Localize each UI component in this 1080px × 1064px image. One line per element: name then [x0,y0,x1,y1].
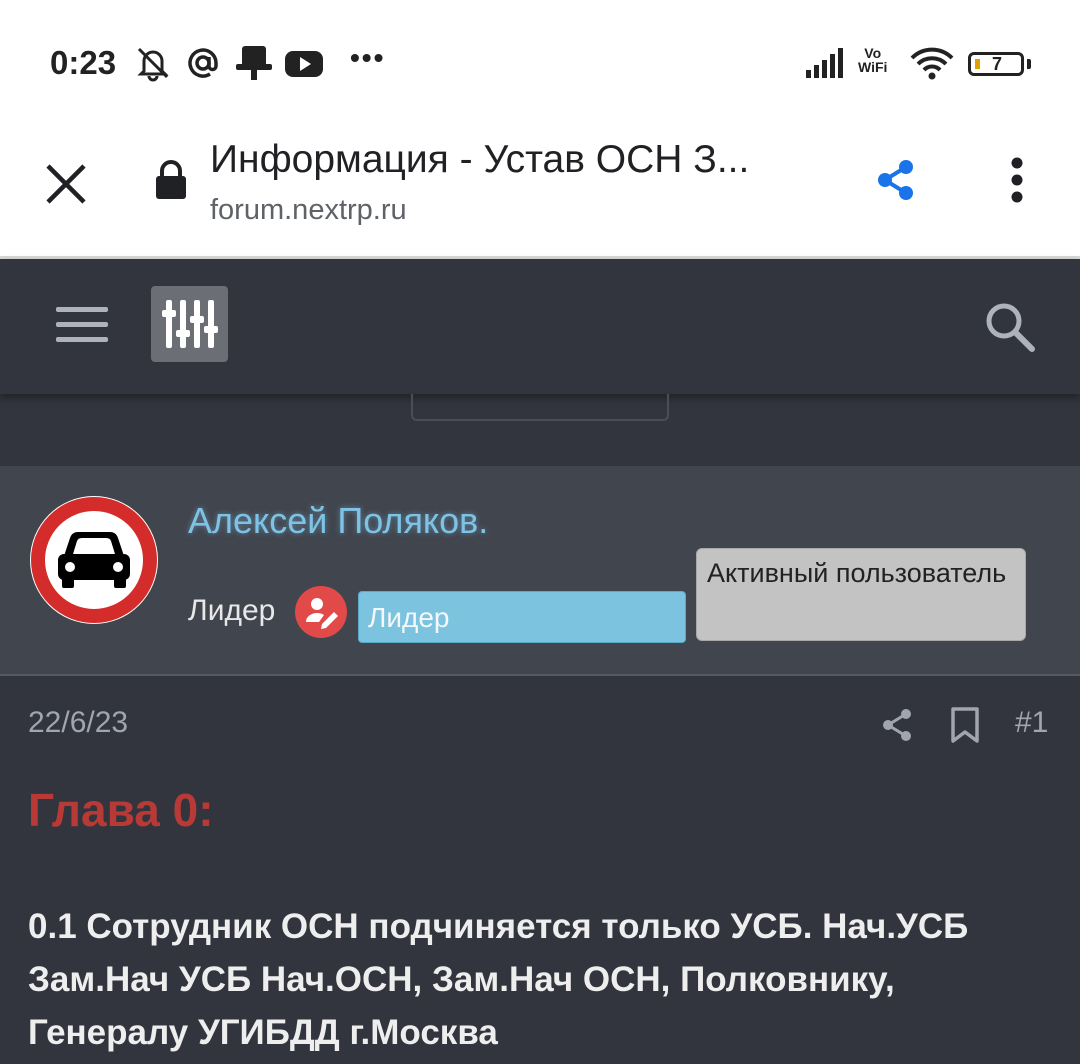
post-share-icon[interactable] [880,706,914,744]
post-author-panel: Алексей Поляков. Лидер Лидер Активный по… [0,466,1080,676]
site-logo[interactable] [151,286,228,362]
user-edit-icon [305,598,338,629]
browser-toolbar: Информация - Устав ОСН З... forum.nextrp… [0,120,1080,259]
status-time: 0:23 [50,44,117,81]
user-avatar[interactable] [28,494,160,626]
search-icon[interactable] [984,301,1036,353]
close-icon[interactable] [44,162,88,206]
author-name[interactable]: Алексей Поляков. [188,500,488,542]
status-bar: 0:23 ••• Vo WiFi 7 [0,0,1080,120]
more-dots-icon: ••• [350,42,386,73]
lock-icon[interactable] [154,160,188,200]
mute-bell-icon [137,47,169,82]
chapter-heading: Глава 0: [28,784,214,836]
sliders-logo-icon [162,300,218,348]
page-title[interactable]: Информация - Устав ОСН З... [210,138,749,182]
battery-tip [1027,59,1031,69]
wifi-icon [910,47,954,80]
post-body-text: 0.1 Сотрудник ОСН подчиняется только УСБ… [28,907,969,1052]
post-number[interactable]: #1 [1015,706,1048,740]
kebab-menu-icon[interactable] [1000,156,1034,206]
post-date[interactable]: 22/6/23 [28,706,128,740]
at-icon [188,48,218,78]
signal-icon [806,48,843,78]
hamburger-menu-icon[interactable] [56,307,108,345]
nav-dropdown-stub [411,394,669,421]
page-url[interactable]: forum.nextrp.ru [210,194,407,227]
battery-icon: 7 [968,52,1024,76]
leader-banner: Лидер [358,591,686,643]
share-icon[interactable] [876,158,916,202]
active-user-banner: Активный пользователь [696,548,1026,641]
role-badge [295,586,347,638]
youtube-icon [285,51,323,77]
cast-icon [236,46,272,80]
author-role: Лидер [188,594,276,627]
forum-navbar [0,259,1080,394]
bookmark-icon[interactable] [950,706,980,744]
battery-level: 7 [991,54,1002,74]
vowifi-icon: Vo WiFi [858,45,888,75]
